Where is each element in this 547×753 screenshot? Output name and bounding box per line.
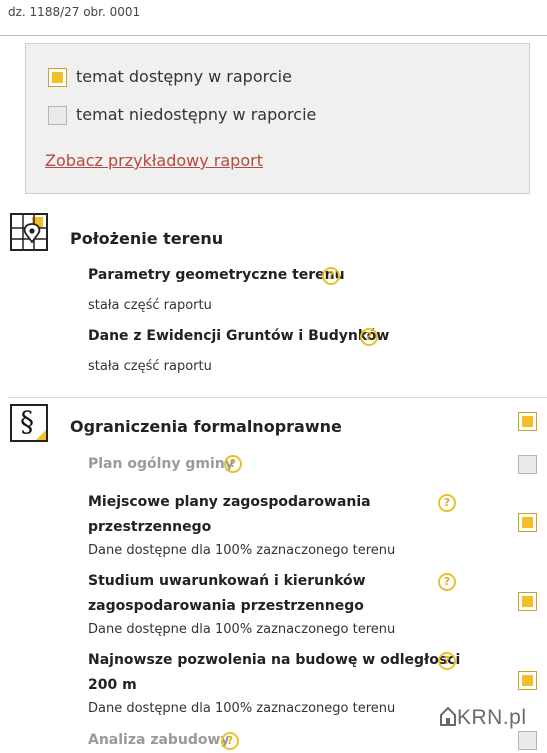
- item-local-plans: Miejscowe plany zagospodarowania: [88, 494, 371, 510]
- section-divider: [8, 397, 547, 398]
- parcel-label: dz. 1188/27 obr. 0001: [8, 5, 141, 19]
- item-geometric-params-note: stała część raportu: [88, 298, 212, 313]
- paragraph-icon: §: [10, 404, 48, 442]
- item-permits: Najnowsze pozwolenia na budowę w odległo…: [88, 652, 461, 668]
- sample-report-link[interactable]: Zobacz przykładowy raport: [45, 151, 263, 170]
- help-icon[interactable]: ?: [360, 328, 378, 346]
- item-land-registry-note: stała część raportu: [88, 359, 212, 374]
- section-legal-checkbox[interactable]: [518, 412, 537, 431]
- help-icon[interactable]: ?: [438, 573, 456, 591]
- item-permits-checkbox[interactable]: [518, 671, 537, 690]
- help-icon[interactable]: ?: [438, 652, 456, 670]
- item-study: Studium uwarunkowań i kierunków: [88, 573, 366, 589]
- item-local-plans-note: Dane dostępne dla 100% zaznaczonego tere…: [88, 543, 396, 558]
- item-building-analysis-checkbox[interactable]: [518, 731, 537, 750]
- item-general-plan-checkbox[interactable]: [518, 455, 537, 474]
- paragraph-glyph: §: [20, 405, 34, 438]
- header-divider: [0, 35, 547, 36]
- item-geometric-params: Parametry geometryczne terenu: [88, 267, 345, 283]
- legend-unavailable-label: temat niedostępny w raporcie: [76, 105, 317, 124]
- item-permits-line2: 200 m: [88, 677, 137, 693]
- item-general-plan: Plan ogólny gminy: [88, 456, 234, 472]
- watermark-text: KRN.pl: [457, 706, 527, 729]
- item-study-note: Dane dostępne dla 100% zaznaczonego tere…: [88, 622, 396, 637]
- house-icon: [440, 706, 456, 726]
- help-icon[interactable]: ?: [438, 494, 456, 512]
- map-pin-icon: [10, 213, 48, 251]
- legend-available-label: temat dostępny w raporcie: [76, 67, 292, 86]
- item-permits-note: Dane dostępne dla 100% zaznaczonego tere…: [88, 701, 396, 716]
- item-building-analysis: Analiza zabudowy: [88, 732, 230, 748]
- item-local-plans-checkbox[interactable]: [518, 513, 537, 532]
- item-land-registry: Dane z Ewidencji Gruntów i Budynków: [88, 328, 390, 344]
- section-title-location: Położenie terenu: [70, 229, 224, 248]
- legend-panel: temat dostępny w raporcie temat niedostę…: [25, 43, 530, 194]
- help-icon[interactable]: ?: [221, 732, 239, 750]
- legend-unavailable-swatch: [48, 106, 67, 125]
- item-study-checkbox[interactable]: [518, 592, 537, 611]
- item-study-line2: zagospodarowania przestrzennego: [88, 598, 364, 614]
- krn-watermark: KRN.pl: [440, 706, 527, 730]
- section-title-legal: Ograniczenia formalnoprawne: [70, 417, 342, 436]
- help-icon[interactable]: ?: [322, 267, 340, 285]
- legend-available-swatch: [48, 68, 67, 87]
- help-icon[interactable]: ?: [224, 455, 242, 473]
- item-local-plans-line2: przestrzennego: [88, 519, 212, 535]
